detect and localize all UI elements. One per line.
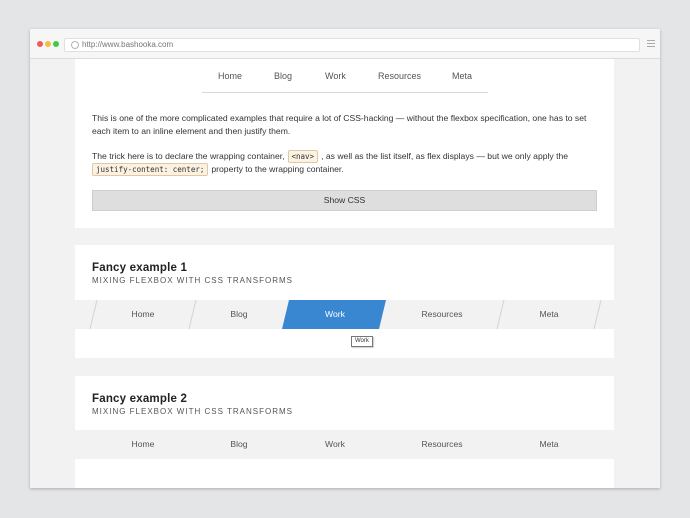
fancy-example-2-subtitle: MIXING FLEXBOX WITH CSS TRANSFORMS xyxy=(92,407,293,416)
fancy-example-2-title: Fancy example 2 xyxy=(92,393,188,405)
intro-card: Home Blog Work Resources Meta This is on… xyxy=(75,59,614,228)
code-snippet-justify: justify-content: center; xyxy=(92,163,209,176)
minimize-window-icon[interactable] xyxy=(45,41,51,47)
intro-nav: Home Blog Work Resources Meta xyxy=(202,65,488,93)
browser-toolbar: http://www.bashooka.com xyxy=(30,29,660,59)
intro-paragraph-2: The trick here is to declare the wrappin… xyxy=(92,150,602,176)
fancy-2-nav-meta[interactable]: Meta xyxy=(499,430,599,459)
fancy-1-nav-home[interactable]: Home xyxy=(93,300,193,329)
maximize-window-icon[interactable] xyxy=(53,41,59,47)
fancy-1-nav-blog[interactable]: Blog xyxy=(189,300,289,329)
fancy-1-nav-work-active[interactable]: Work xyxy=(285,300,385,329)
intro-nav-blog[interactable]: Blog xyxy=(274,71,292,81)
fancy-2-nav: Home Blog Work Resources Meta xyxy=(75,430,614,459)
work-tooltip: Work xyxy=(351,336,373,347)
fancy-example-1-title: Fancy example 1 xyxy=(92,262,188,274)
globe-icon xyxy=(71,41,79,49)
page-viewport: Home Blog Work Resources Meta This is on… xyxy=(30,59,660,488)
fancy-2-nav-resources[interactable]: Resources xyxy=(392,430,492,459)
paragraph-text: The trick here is to declare the wrappin… xyxy=(92,151,285,161)
address-url[interactable]: http://www.bashooka.com xyxy=(82,39,173,51)
browser-window: http://www.bashooka.com Home Blog Work R… xyxy=(30,29,660,488)
intro-nav-home[interactable]: Home xyxy=(218,71,242,81)
intro-nav-meta[interactable]: Meta xyxy=(452,71,472,81)
fancy-1-nav: Home Blog Work Resources Meta xyxy=(75,300,614,329)
menu-icon[interactable] xyxy=(647,40,655,49)
paragraph-text: , as well as the list itself, as flex di… xyxy=(321,151,569,161)
intro-nav-work[interactable]: Work xyxy=(325,71,346,81)
intro-paragraph-1: This is one of the more complicated exam… xyxy=(92,113,587,136)
fancy-2-nav-blog[interactable]: Blog xyxy=(189,430,289,459)
fancy-2-nav-work[interactable]: Work xyxy=(285,430,385,459)
fancy-1-nav-meta[interactable]: Meta xyxy=(499,300,599,329)
code-snippet-nav: <nav> xyxy=(287,150,319,163)
paragraph-text: property to the wrapping container. xyxy=(211,164,344,174)
intro-nav-resources[interactable]: Resources xyxy=(378,71,421,81)
fancy-1-nav-resources[interactable]: Resources xyxy=(392,300,492,329)
fancy-2-nav-home[interactable]: Home xyxy=(93,430,193,459)
show-css-button[interactable]: Show CSS xyxy=(92,190,597,211)
fancy-example-2-card: Fancy example 2 MIXING FLEXBOX WITH CSS … xyxy=(75,376,614,488)
address-bar[interactable]: http://www.bashooka.com xyxy=(64,38,640,52)
fancy-example-1-card: Fancy example 1 MIXING FLEXBOX WITH CSS … xyxy=(75,245,614,358)
close-window-icon[interactable] xyxy=(37,41,43,47)
fancy-example-1-subtitle: MIXING FLEXBOX WITH CSS TRANSFORMS xyxy=(92,276,293,285)
